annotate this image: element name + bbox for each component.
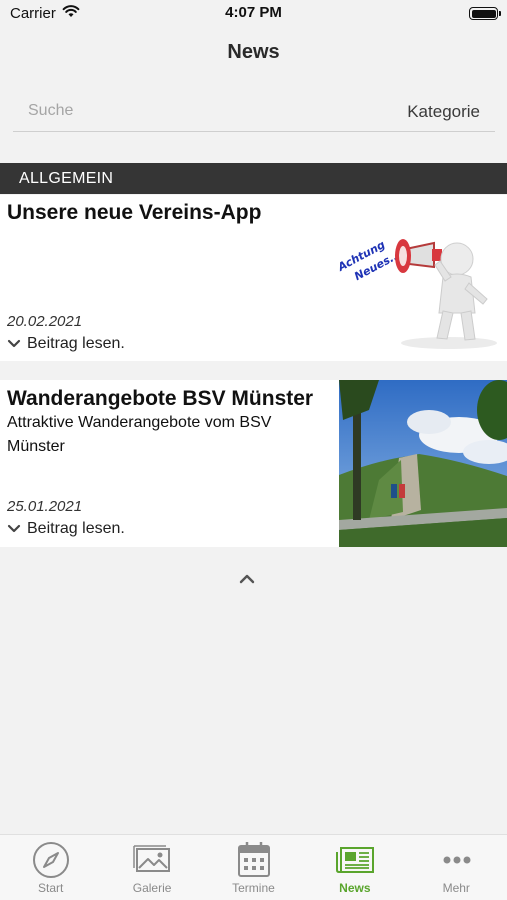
- status-bar: Carrier 4:07 PM: [0, 0, 507, 28]
- news-card[interactable]: Wanderangebote BSV Münster Attraktive Wa…: [0, 380, 507, 547]
- section-title: ALLGEMEIN: [19, 170, 114, 187]
- more-dots-icon: [443, 856, 471, 864]
- newspaper-icon: [336, 847, 375, 873]
- news-thumbnail-megaphone: Achtung Neues....: [339, 195, 507, 361]
- chevron-up-icon[interactable]: [238, 572, 256, 586]
- tab-bar: Start Galerie Termine News Mehr: [0, 834, 507, 900]
- news-card-text: Attraktive Wanderangebote vom BSV Münste…: [7, 414, 272, 455]
- category-filter-button[interactable]: Kategorie: [407, 102, 480, 122]
- read-more-button[interactable]: Beitrag lesen.: [7, 335, 125, 353]
- news-card[interactable]: Unsere neue Vereins-App 20.02.2021 Beitr…: [0, 195, 507, 361]
- tab-news[interactable]: News: [304, 835, 405, 900]
- news-card-title: Unsere neue Vereins-App: [7, 201, 262, 224]
- news-card-title: Wanderangebote BSV Münster: [7, 387, 314, 410]
- news-thumbnail-hiking: [339, 380, 507, 547]
- battery-icon: [469, 7, 501, 20]
- tab-start[interactable]: Start: [0, 835, 101, 900]
- tab-mehr[interactable]: Mehr: [406, 835, 507, 900]
- chevron-down-icon: [7, 339, 21, 348]
- news-card-date: 20.02.2021: [7, 313, 83, 330]
- search-input[interactable]: Suche: [28, 102, 73, 120]
- status-time: 4:07 PM: [225, 4, 282, 21]
- page-title: News: [227, 41, 280, 63]
- tab-label: Galerie: [132, 881, 172, 895]
- section-header-allgemein: ALLGEMEIN: [0, 163, 507, 194]
- tab-label: News: [339, 881, 371, 895]
- chevron-down-icon: [7, 524, 21, 533]
- read-more-button[interactable]: Beitrag lesen.: [7, 520, 125, 538]
- read-more-label: Beitrag lesen.: [27, 335, 125, 352]
- compass-icon: [33, 842, 70, 878]
- tab-galerie[interactable]: Galerie: [102, 835, 203, 900]
- read-more-label: Beitrag lesen.: [27, 520, 125, 537]
- search-bar: Suche Kategorie: [13, 96, 495, 132]
- tab-termine[interactable]: Termine: [203, 835, 304, 900]
- news-card-date: 25.01.2021: [7, 498, 83, 515]
- tab-label: Termine: [232, 881, 275, 895]
- gallery-icon: [132, 845, 170, 872]
- tab-label: Start: [38, 881, 64, 895]
- calendar-icon: [237, 842, 270, 877]
- tab-label: Mehr: [442, 881, 470, 895]
